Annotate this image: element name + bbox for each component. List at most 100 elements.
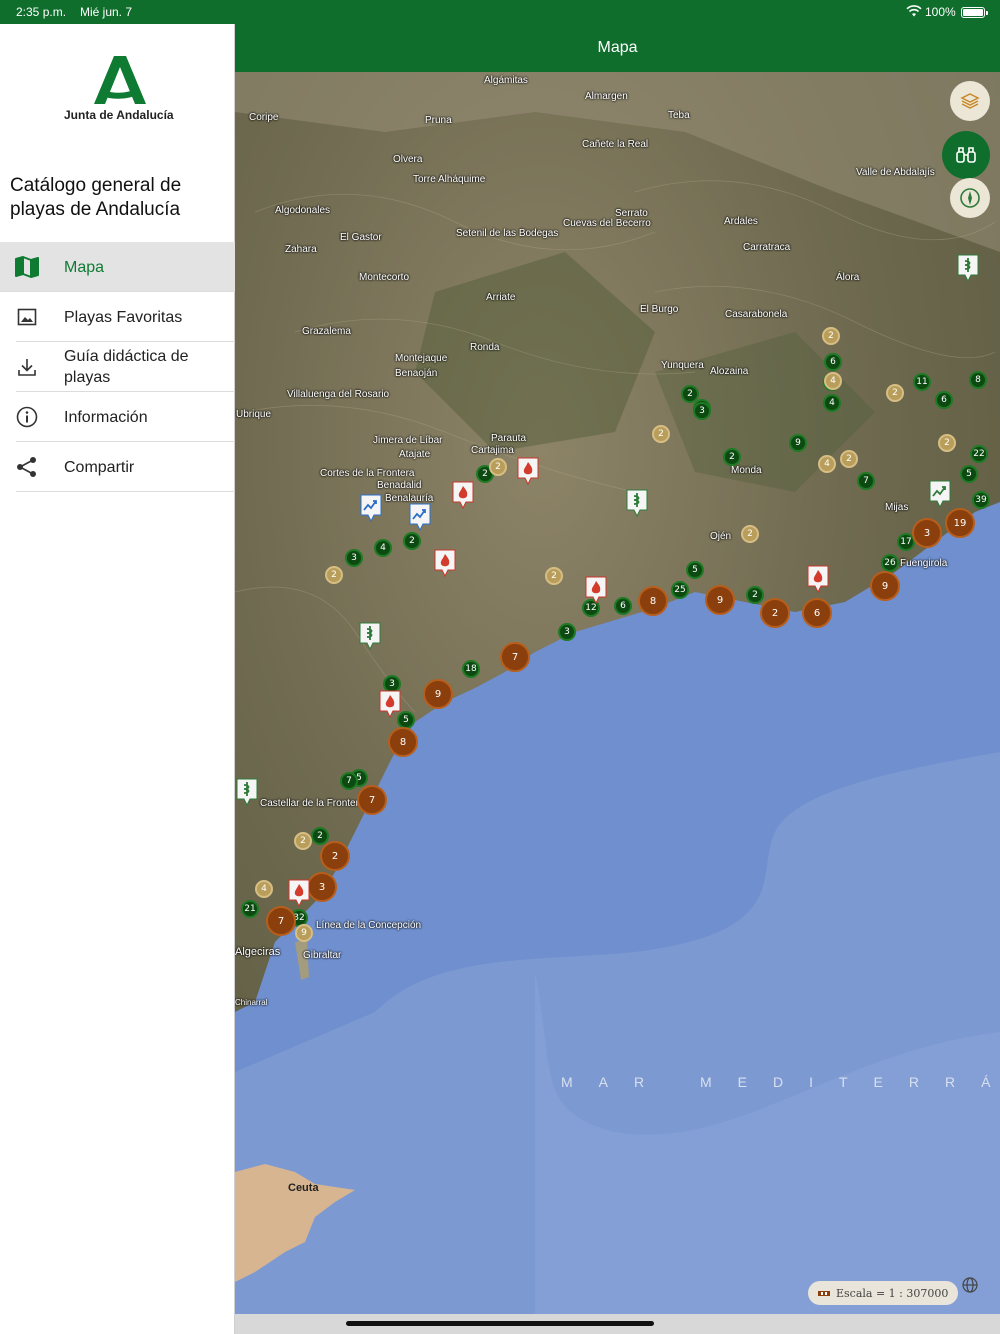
- beach-cluster[interactable]: 2: [886, 384, 904, 402]
- beach-cluster[interactable]: 8: [969, 371, 987, 389]
- map-label: Montejaque: [395, 353, 448, 364]
- beach-cluster[interactable]: 2: [325, 566, 343, 584]
- map-label: Pruna: [425, 115, 452, 126]
- beach-cluster[interactable]: 4: [374, 539, 392, 557]
- beach-cluster[interactable]: 2: [403, 532, 421, 550]
- beach-cluster[interactable]: 2: [294, 832, 312, 850]
- locate-button[interactable]: [950, 178, 990, 218]
- beach-cluster[interactable]: 3: [345, 549, 363, 567]
- map-label: Teba: [668, 110, 690, 121]
- beach-cluster[interactable]: 26: [881, 554, 899, 572]
- beach-cluster[interactable]: 9: [705, 585, 735, 615]
- map-label: Castellar de la Frontera: [260, 798, 365, 809]
- beach-cluster[interactable]: 6: [824, 353, 842, 371]
- beach-cluster[interactable]: 4: [255, 880, 273, 898]
- fire-marker-icon[interactable]: [379, 690, 401, 718]
- map-label: Línea de la Concepción: [316, 920, 422, 931]
- map-label: Algodonales: [275, 205, 331, 216]
- beach-cluster[interactable]: 6: [614, 597, 632, 615]
- beach-cluster[interactable]: 7: [500, 642, 530, 672]
- sidebar-item-mapa[interactable]: Mapa: [0, 242, 235, 292]
- fire-marker-icon[interactable]: [517, 457, 539, 485]
- sidebar-item-playas-favoritas[interactable]: Playas Favoritas: [0, 292, 235, 342]
- status-bar: 2:35 p.m. Mié jun. 7 100%: [0, 0, 1000, 24]
- map-label: Benaoján: [395, 368, 438, 379]
- beach-cluster[interactable]: 2: [489, 458, 507, 476]
- beach-cluster[interactable]: 4: [823, 394, 841, 412]
- beach-cluster[interactable]: 5: [686, 561, 704, 579]
- map-label: Yunquera: [661, 360, 704, 371]
- beach-cluster[interactable]: 11: [913, 373, 931, 391]
- beach-cluster[interactable]: 19: [945, 508, 975, 538]
- map-label: Ojén: [710, 531, 732, 542]
- beach-cluster[interactable]: 2: [746, 586, 764, 604]
- junta-logo-icon: [94, 56, 146, 104]
- sidebar-item-informacion[interactable]: Información: [0, 392, 235, 442]
- beach-cluster[interactable]: 25: [671, 581, 689, 599]
- status-date: Mié jun. 7: [80, 5, 133, 19]
- beach-cluster[interactable]: 3: [558, 623, 576, 641]
- beach-cluster[interactable]: 39: [972, 491, 990, 509]
- map-label: Ceuta: [288, 1182, 319, 1194]
- beach-cluster[interactable]: 3: [307, 872, 337, 902]
- search-beaches-button[interactable]: [942, 131, 990, 179]
- beach-cluster[interactable]: 2: [545, 567, 563, 585]
- health-marker-icon[interactable]: [626, 489, 648, 517]
- beach-cluster[interactable]: 2: [840, 450, 858, 468]
- beach-cluster[interactable]: 9: [423, 679, 453, 709]
- accessibility-marker-icon[interactable]: [929, 480, 951, 508]
- fire-marker-icon[interactable]: [452, 481, 474, 509]
- beach-cluster[interactable]: 7: [357, 785, 387, 815]
- fire-marker-icon[interactable]: [585, 576, 607, 604]
- fire-marker-icon[interactable]: [434, 549, 456, 577]
- globe-icon[interactable]: [961, 1276, 979, 1294]
- accessibility-marker-icon[interactable]: [360, 494, 382, 522]
- map-view[interactable]: Algámitas Almargen Teba Coripe Pruna Cañ…: [235, 72, 1000, 1314]
- map-label: Benadalid: [377, 480, 422, 491]
- home-indicator[interactable]: [346, 1321, 654, 1326]
- beach-cluster[interactable]: 2: [938, 434, 956, 452]
- sidebar-item-label: Guía didáctica de playas: [64, 348, 189, 386]
- beach-cluster[interactable]: 5: [960, 465, 978, 483]
- beach-cluster[interactable]: 8: [638, 586, 668, 616]
- beach-cluster[interactable]: 22: [970, 445, 988, 463]
- sidebar-item-label: Información: [64, 408, 148, 426]
- beach-cluster[interactable]: 18: [462, 660, 480, 678]
- beach-cluster[interactable]: 4: [818, 455, 836, 473]
- beach-cluster[interactable]: 2: [320, 841, 350, 871]
- beach-cluster[interactable]: 2: [652, 425, 670, 443]
- beach-cluster[interactable]: 2: [723, 448, 741, 466]
- fire-marker-icon[interactable]: [288, 879, 310, 907]
- beach-cluster[interactable]: 3: [693, 402, 711, 420]
- sidebar-item-label: Compartir: [64, 458, 135, 476]
- beach-cluster[interactable]: 6: [802, 598, 832, 628]
- beach-cluster[interactable]: 9: [870, 571, 900, 601]
- beach-cluster[interactable]: 3: [912, 518, 942, 548]
- map-label: Ronda: [470, 342, 500, 353]
- health-marker-icon[interactable]: [236, 778, 258, 806]
- beach-cluster[interactable]: 2: [760, 598, 790, 628]
- beach-cluster[interactable]: 7: [340, 772, 358, 790]
- battery-icon: [961, 7, 988, 18]
- beach-cluster[interactable]: 7: [266, 906, 296, 936]
- beach-cluster[interactable]: 9: [789, 434, 807, 452]
- beach-cluster[interactable]: 2: [822, 327, 840, 345]
- accessibility-marker-icon[interactable]: [409, 503, 431, 531]
- map-label: Jimera de Líbar: [373, 435, 443, 446]
- health-marker-icon[interactable]: [359, 622, 381, 650]
- sidebar-item-compartir[interactable]: Compartir: [0, 442, 235, 492]
- sidebar-item-guia-didactica[interactable]: Guía didáctica de playas: [0, 342, 235, 392]
- fire-marker-icon[interactable]: [807, 565, 829, 593]
- share-icon: [0, 456, 64, 478]
- beach-cluster[interactable]: 9: [295, 924, 313, 942]
- beach-cluster[interactable]: 21: [241, 900, 259, 918]
- beach-cluster[interactable]: 4: [824, 372, 842, 390]
- health-marker-icon[interactable]: [957, 254, 979, 282]
- layers-button[interactable]: [950, 81, 990, 121]
- beach-cluster[interactable]: 8: [388, 727, 418, 757]
- beach-cluster[interactable]: 6: [935, 391, 953, 409]
- beach-cluster[interactable]: 7: [857, 472, 875, 490]
- beach-cluster[interactable]: 2: [741, 525, 759, 543]
- map-label: Atajate: [399, 449, 431, 460]
- compass-icon: [960, 188, 980, 208]
